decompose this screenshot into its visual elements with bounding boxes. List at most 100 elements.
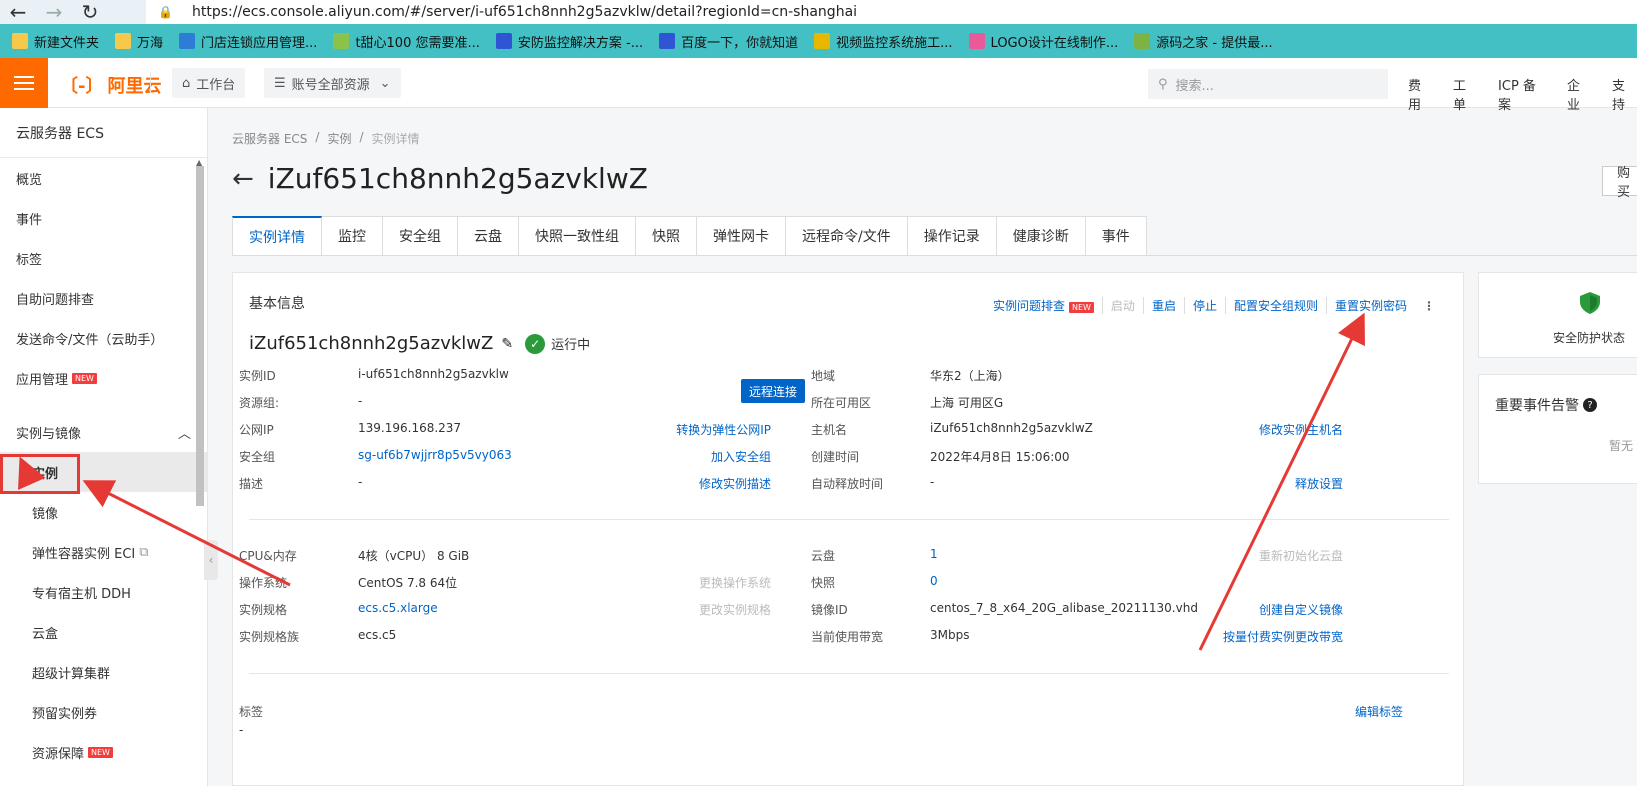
tab[interactable]: 操作记录	[907, 216, 997, 256]
resources-dropdown[interactable]: ☰ 账号全部资源 ⌄	[264, 68, 401, 98]
workbench-button[interactable]: ⌂ 工作台	[172, 68, 246, 98]
field-label: 描述	[239, 477, 264, 491]
field-action-link[interactable]: 重新初始化云盘	[1259, 547, 1343, 564]
bookmark-item[interactable]: 视频监控系统施工...	[814, 32, 953, 51]
field-action-link[interactable]: 更改实例规格	[699, 601, 771, 618]
bookmark-item[interactable]: 新建文件夹	[12, 32, 99, 51]
sidebar-item[interactable]: 事件	[0, 198, 207, 238]
field-value: 139.196.168.237	[358, 421, 462, 435]
bookmark-item[interactable]: 百度一下，你就知道	[659, 32, 798, 51]
reload-icon[interactable]: ↻	[72, 0, 108, 24]
chevron-up-icon: ︿	[177, 426, 191, 442]
field-action-link[interactable]: 修改实例描述	[699, 475, 771, 492]
external-link-icon: ⧉	[139, 544, 149, 560]
bookmark-item[interactable]: 源码之家 - 提供最...	[1134, 32, 1273, 51]
action-link[interactable]: 停止	[1183, 297, 1225, 314]
field-value[interactable]: 1	[930, 547, 938, 561]
chevron-down-icon: ⌄	[379, 75, 391, 91]
sidebar-item[interactable]: 概览	[0, 158, 207, 198]
bookmark-item[interactable]: LOGO设计在线制作...	[968, 32, 1118, 51]
tab[interactable]: 快照一致性组	[519, 216, 636, 256]
help-icon[interactable]: ?	[1583, 398, 1597, 412]
action-link[interactable]: 配置安全组规则	[1224, 297, 1326, 314]
bookmark-item[interactable]: 安防监控解决方案 -...	[495, 32, 643, 51]
tab[interactable]: 云盘	[458, 216, 519, 256]
field-action-link[interactable]: 按量付费实例更改带宽	[1223, 628, 1343, 645]
back-arrow-icon[interactable]: ←	[232, 164, 254, 194]
field-label: 当前使用带宽	[811, 630, 884, 644]
title-row: ← iZuf651ch8nnh2g5azvklwZ	[232, 162, 648, 195]
sidebar-item-resource-guarantee[interactable]: 资源保障 NEW	[0, 732, 207, 772]
tag-label: 标签	[239, 705, 264, 719]
sidebar-item[interactable]: 专有宿主机 DDH	[0, 572, 207, 612]
tab[interactable]: 远程命令/文件	[786, 216, 908, 256]
top-link[interactable]: 工单	[1453, 75, 1478, 113]
site-icon	[1134, 33, 1151, 49]
sidebar-item[interactable]: 超级计算集群	[0, 652, 207, 692]
tab[interactable]: 事件	[1085, 216, 1147, 256]
sidebar-item[interactable]: 标签	[0, 238, 207, 278]
search-input[interactable]: ⚲ 搜索...	[1148, 69, 1388, 99]
sidebar-item[interactable]: 自助问题排查	[0, 278, 207, 318]
top-link[interactable]: 费用	[1408, 75, 1433, 113]
tab[interactable]: 实例详情	[232, 216, 322, 256]
sidebar: 云服务器 ECS 概览 事件 标签 自助问题排查 发送命令/文件（云助手） 应用管理 NE…	[0, 108, 208, 786]
field-value[interactable]: ecs.c5.xlarge	[358, 601, 438, 615]
tab[interactable]: 快照	[636, 216, 697, 256]
sidebar-scrollbar[interactable]	[196, 166, 204, 506]
field-action-link[interactable]: 更换操作系统	[699, 574, 771, 591]
field-action-link[interactable]: 加入安全组	[711, 448, 771, 465]
sidebar-item[interactable]: 镜像	[0, 492, 207, 532]
tab[interactable]: 弹性网卡	[697, 216, 786, 256]
breadcrumb-instances[interactable]: 实例	[327, 130, 351, 147]
url-bar[interactable]: 🔒 https://ecs.console.aliyun.com/#/serve…	[146, 0, 1637, 24]
remote-connect-button[interactable]: 远程连接	[741, 379, 805, 403]
action-link[interactable]: 实例问题排查 NEW	[985, 297, 1102, 314]
field-action-link[interactable]: 转换为弹性公网IP	[676, 421, 771, 438]
card-title: 基本信息	[249, 296, 305, 312]
bookmark-item[interactable]: 万海	[115, 32, 163, 51]
top-link[interactable]: ICP 备案	[1498, 75, 1547, 113]
field-value[interactable]: sg-uf6b7wjjrr8p5v5vy063	[358, 448, 512, 462]
sidebar-item[interactable]: 发送命令/文件（云助手）	[0, 318, 207, 358]
action-link[interactable]: 重置实例密码	[1325, 297, 1415, 314]
sidebar-item-app-mgmt[interactable]: 应用管理 NEW	[0, 358, 207, 398]
aliyun-logo[interactable]: 〔-〕 阿里云	[60, 72, 161, 98]
field-value[interactable]: 0	[930, 574, 938, 588]
field-label: 创建时间	[811, 450, 860, 464]
bookmark-item[interactable]: 门店连锁应用管理...	[179, 32, 317, 51]
field-label: 主机名	[811, 423, 848, 437]
edit-icon[interactable]: ✎	[501, 336, 513, 352]
edit-tags-link[interactable]: 编辑标签	[1355, 703, 1403, 720]
back-icon[interactable]: ←	[0, 0, 36, 24]
collapse-sidebar-button[interactable]: ‹	[204, 540, 218, 580]
buy-button[interactable]: 购买	[1602, 166, 1637, 200]
field-label: 云盘	[811, 549, 836, 563]
top-link[interactable]: 企业	[1567, 75, 1592, 113]
forward-icon[interactable]: →	[36, 0, 72, 24]
field-label: 实例规格	[239, 603, 288, 617]
field-action-link[interactable]: 释放设置	[1295, 475, 1343, 492]
tab[interactable]: 健康诊断	[996, 216, 1086, 256]
action-link[interactable]: 启动	[1101, 297, 1143, 314]
more-icon[interactable]: ⋮	[1415, 299, 1443, 313]
sidebar-item[interactable]: 预留实例券	[0, 692, 207, 732]
folder-icon	[115, 33, 132, 49]
bookmark-item[interactable]: t甜心100 您需要准...	[333, 32, 480, 51]
field-value: 2022年4月8日 15:06:00	[930, 450, 1070, 464]
field-action-link[interactable]: 创建自定义镜像	[1259, 601, 1343, 618]
tab[interactable]: 监控	[322, 216, 383, 256]
tab[interactable]: 安全组	[383, 216, 458, 256]
field-action-link[interactable]: 修改实例主机名	[1259, 421, 1343, 438]
action-link[interactable]: 重启	[1142, 297, 1184, 314]
sidebar-item[interactable]: 弹性容器实例 ECI ⧉	[0, 532, 207, 572]
breadcrumb: 云服务器 ECS / 实例 / 实例详情	[232, 130, 420, 147]
breadcrumb-ecs[interactable]: 云服务器 ECS	[232, 130, 307, 147]
sidebar-item[interactable]: 云盒	[0, 612, 207, 652]
security-status-card[interactable]: 安全防护状态	[1478, 272, 1637, 358]
top-link[interactable]: 支持	[1612, 75, 1637, 113]
menu-icon[interactable]	[0, 58, 48, 108]
site-icon	[968, 33, 985, 49]
field-label: 实例ID	[239, 369, 276, 383]
sidebar-group-instances[interactable]: 实例与镜像 ︿	[0, 412, 207, 452]
